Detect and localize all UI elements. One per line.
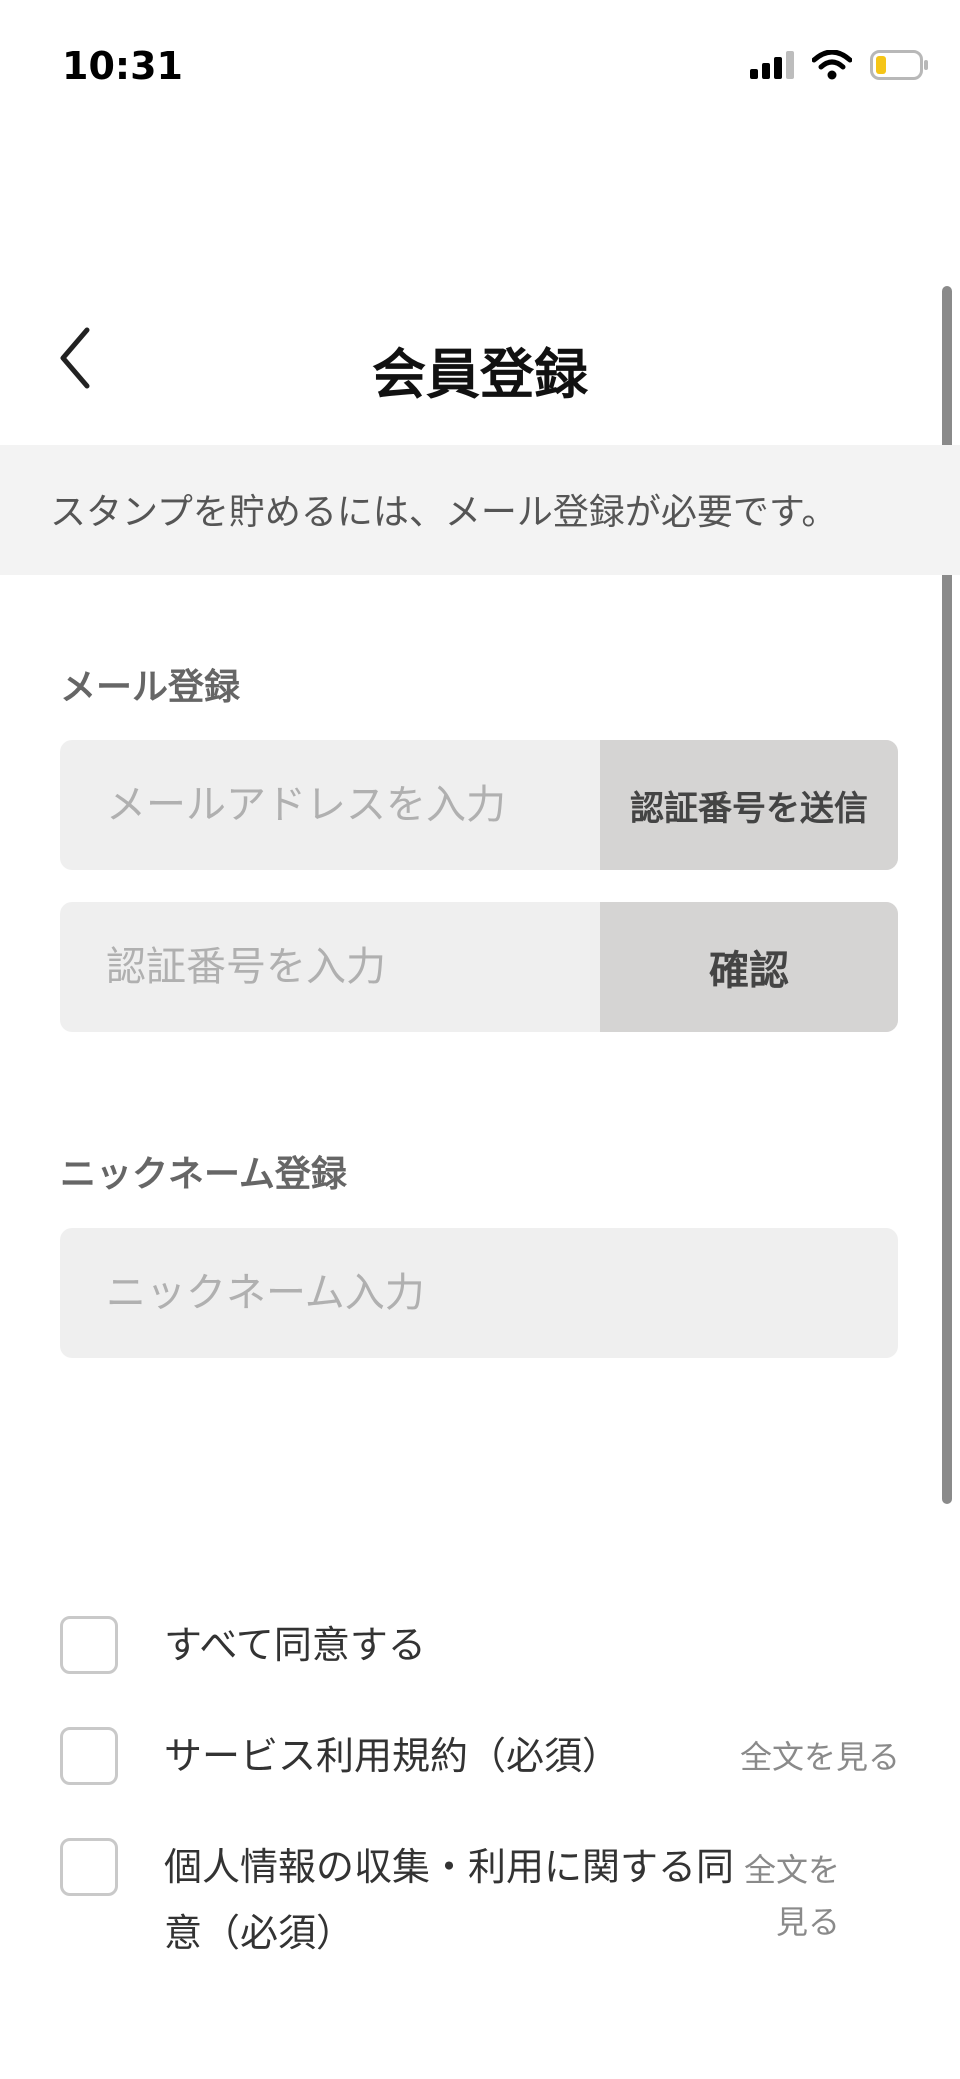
privacy-view-full-link-line2[interactable]: 見る bbox=[776, 1896, 840, 1948]
signal-icon bbox=[750, 51, 794, 83]
verification-code-input[interactable] bbox=[60, 902, 600, 1032]
wifi-icon bbox=[811, 49, 853, 84]
terms-label: サービス利用規約（必須） bbox=[164, 1734, 621, 1778]
send-code-button[interactable]: 認証番号を送信 bbox=[600, 740, 898, 870]
privacy-label-line1: 個人情報の収集・利用に関する同 bbox=[164, 1845, 735, 1889]
status-time: 10:31 bbox=[62, 44, 183, 88]
agree-all-row[interactable]: すべて同意する bbox=[60, 1616, 900, 1676]
terms-agreement-row[interactable]: サービス利用規約（必須） 全文を見る bbox=[60, 1727, 900, 1787]
status-icons bbox=[750, 49, 930, 84]
battery-icon bbox=[870, 50, 930, 84]
nickname-section-label: ニックネーム登録 bbox=[60, 1154, 347, 1195]
terms-checkbox[interactable] bbox=[60, 1727, 118, 1785]
page-title: 会員登録 bbox=[372, 343, 588, 406]
privacy-label-line2: 意（必須） bbox=[164, 1911, 355, 1955]
signup-screen: 10:31 会員登録 スタンプを貯めるには、メール登録が必要です。 メール登録 … bbox=[0, 0, 960, 2079]
agree-all-checkbox[interactable] bbox=[60, 1616, 118, 1674]
agree-all-label: すべて同意する bbox=[164, 1623, 426, 1667]
nickname-input[interactable] bbox=[60, 1228, 898, 1358]
email-field-row: 認証番号を送信 bbox=[60, 740, 898, 870]
privacy-agreement-row[interactable]: 個人情報の収集・利用に関する同 意（必須） 全文を 見る bbox=[60, 1838, 900, 1978]
privacy-checkbox[interactable] bbox=[60, 1838, 118, 1896]
info-banner: スタンプを貯めるには、メール登録が必要です。 bbox=[0, 445, 960, 575]
code-field-row: 確認 bbox=[60, 902, 898, 1032]
email-input[interactable] bbox=[60, 740, 600, 870]
header: 会員登録 bbox=[0, 300, 960, 430]
privacy-view-full-link-line1[interactable]: 全文を bbox=[744, 1844, 840, 1896]
confirm-button[interactable]: 確認 bbox=[600, 902, 898, 1032]
email-section-label: メール登録 bbox=[60, 667, 241, 708]
info-banner-text: スタンプを貯めるには、メール登録が必要です。 bbox=[50, 492, 838, 533]
terms-view-full-link[interactable]: 全文を見る bbox=[740, 1731, 900, 1783]
status-bar: 10:31 bbox=[0, 0, 960, 140]
